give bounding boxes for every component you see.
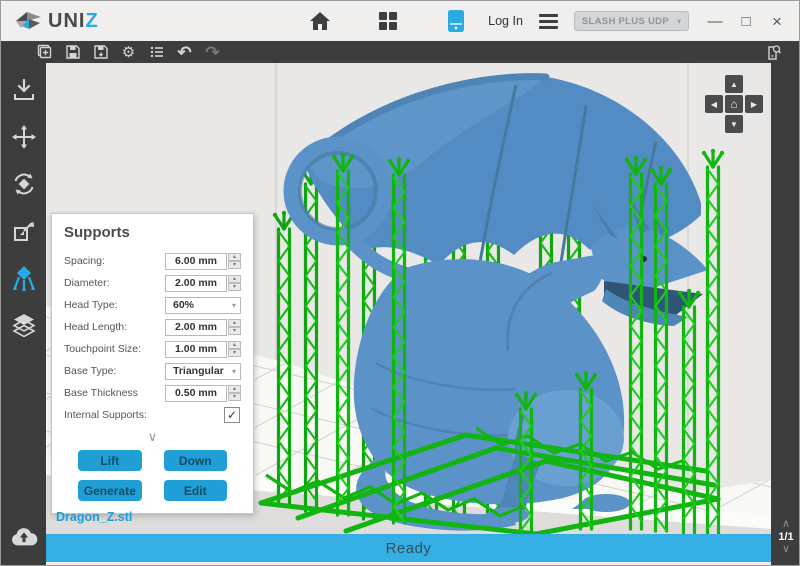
head-type-row: Head Type: 60%▾ bbox=[64, 294, 241, 316]
base-thickness-input[interactable]: 0.50 mm bbox=[165, 385, 227, 402]
minimize-button[interactable]: — bbox=[707, 14, 723, 29]
printer-profile-dropdown[interactable]: SLASH PLUS UDP ▾ bbox=[574, 11, 689, 31]
view-navigation-pad: ▲ ◀ ⌂ ▶ ▼ bbox=[705, 75, 763, 133]
head-length-input[interactable]: 2.00 mm bbox=[165, 319, 227, 336]
spacing-stepper[interactable]: ▴▾ bbox=[228, 253, 241, 269]
title-bar: UNIZ Log In SLASH PLUS UDP ▾ — □ × bbox=[1, 1, 799, 41]
touchpoint-size-label: Touchpoint Size: bbox=[64, 343, 141, 355]
dropdown-arrow-icon: ▾ bbox=[232, 367, 236, 376]
diameter-input[interactable]: 2.00 mm bbox=[165, 275, 227, 292]
lift-button[interactable]: Lift bbox=[78, 450, 142, 471]
internal-supports-row: Internal Supports: ✓ bbox=[64, 404, 241, 426]
scale-tool-icon[interactable] bbox=[10, 217, 38, 245]
list-icon[interactable] bbox=[147, 43, 166, 62]
move-tool-icon[interactable] bbox=[10, 123, 38, 151]
spacing-input[interactable]: 6.00 mm bbox=[165, 253, 227, 270]
head-type-label: Head Type: bbox=[64, 299, 118, 311]
logo-text: UNIZ bbox=[48, 10, 99, 33]
generate-button[interactable]: Generate bbox=[78, 480, 142, 501]
build-viewport[interactable]: ▲ ◀ ⌂ ▶ ▼ Supports Spacing: 6.00 mm▴▾ bbox=[46, 63, 771, 534]
uniz-logo-icon bbox=[15, 8, 42, 34]
down-button[interactable]: Down bbox=[164, 450, 228, 471]
save-as-icon[interactable] bbox=[91, 43, 110, 62]
edit-button[interactable]: Edit bbox=[164, 480, 228, 501]
app-window: UNIZ Log In SLASH PLUS UDP ▾ — □ × bbox=[0, 0, 800, 566]
center-column: ▲ ◀ ⌂ ▶ ▼ Supports Spacing: 6.00 mm▴▾ bbox=[46, 63, 771, 565]
login-button[interactable]: Log In bbox=[488, 14, 523, 28]
nav-down-icon[interactable]: ▼ bbox=[725, 115, 743, 133]
nav-up-icon[interactable]: ▲ bbox=[725, 75, 743, 93]
rotate-tool-icon[interactable] bbox=[10, 170, 38, 198]
maximize-button[interactable]: □ bbox=[738, 14, 754, 29]
diameter-label: Diameter: bbox=[64, 277, 110, 289]
supports-panel-title: Supports bbox=[64, 224, 241, 241]
internal-supports-label: Internal Supports: bbox=[64, 409, 147, 421]
main-area: ▲ ◀ ⌂ ▶ ▼ Supports Spacing: 6.00 mm▴▾ bbox=[1, 63, 799, 565]
internal-supports-checkbox[interactable]: ✓ bbox=[224, 407, 240, 423]
head-type-dropdown[interactable]: 60%▾ bbox=[165, 297, 241, 314]
base-thickness-stepper[interactable]: ▴▾ bbox=[228, 385, 241, 401]
edit-toolbar: ⚙ ↶ ↷ bbox=[1, 41, 799, 63]
import-model-icon[interactable] bbox=[10, 76, 38, 104]
check-icon: ✓ bbox=[227, 408, 237, 422]
add-file-icon[interactable] bbox=[35, 43, 54, 62]
toolbar-right-group bbox=[764, 43, 783, 62]
redo-icon[interactable]: ↷ bbox=[203, 43, 222, 62]
nav-right-icon[interactable]: ▶ bbox=[745, 95, 763, 113]
diameter-stepper[interactable]: ▴▾ bbox=[228, 275, 241, 291]
undo-icon[interactable]: ↶ bbox=[175, 43, 194, 62]
base-type-label: Base Type: bbox=[64, 365, 116, 377]
settings-gear-icon[interactable]: ⚙ bbox=[119, 43, 138, 62]
base-thickness-label: Base Thickness bbox=[64, 387, 138, 399]
toolbar-left-group: ⚙ ↶ ↷ bbox=[35, 43, 222, 62]
touchpoint-size-row: Touchpoint Size: 1.00 mm▴▾ bbox=[64, 338, 241, 360]
printer-profile-value: SLASH PLUS UDP bbox=[582, 16, 669, 27]
base-type-row: Base Type: Triangular▾ bbox=[64, 360, 241, 382]
diameter-row: Diameter: 2.00 mm▴▾ bbox=[64, 272, 241, 294]
menu-icon[interactable] bbox=[537, 12, 560, 31]
grid-view-icon[interactable] bbox=[375, 8, 401, 34]
slice-layers-icon[interactable] bbox=[10, 311, 38, 339]
bottom-strip bbox=[46, 562, 771, 565]
titlebar-right: Log In SLASH PLUS UDP ▾ — □ × bbox=[488, 11, 785, 31]
supports-tool-icon[interactable] bbox=[10, 264, 38, 292]
home-icon[interactable] bbox=[307, 8, 333, 34]
nav-home-icon[interactable]: ⌂ bbox=[725, 95, 743, 113]
printer-search-icon[interactable] bbox=[764, 43, 783, 62]
dropdown-arrow-icon: ▾ bbox=[677, 17, 681, 26]
status-text: Ready bbox=[386, 540, 432, 557]
tool-sidebar bbox=[1, 63, 46, 565]
pager-down-icon[interactable]: ∨ bbox=[782, 544, 790, 555]
printer-tab-icon[interactable] bbox=[443, 8, 469, 34]
uniz-logo: UNIZ bbox=[15, 8, 99, 34]
close-button[interactable]: × bbox=[769, 13, 785, 30]
supports-panel: Supports Spacing: 6.00 mm▴▾ Diameter: 2.… bbox=[51, 213, 254, 514]
touchpoint-size-stepper[interactable]: ▴▾ bbox=[228, 341, 241, 357]
nav-left-icon[interactable]: ◀ bbox=[705, 95, 723, 113]
base-type-dropdown[interactable]: Triangular▾ bbox=[165, 363, 241, 380]
head-length-label: Head Length: bbox=[64, 321, 127, 333]
dropdown-arrow-icon: ▾ bbox=[232, 301, 236, 310]
base-thickness-row: Base Thickness 0.50 mm▴▾ bbox=[64, 382, 241, 404]
page-indicator: 1/1 bbox=[778, 531, 793, 543]
head-length-stepper[interactable]: ▴▾ bbox=[228, 319, 241, 335]
panel-expand-chevron-icon[interactable]: ∨ bbox=[64, 430, 241, 443]
layer-pager: ∧ 1/1 ∨ bbox=[778, 519, 793, 555]
cloud-upload-icon[interactable] bbox=[10, 523, 38, 551]
model-filename: Dragon_Z.stl bbox=[56, 510, 132, 524]
pager-up-icon[interactable]: ∧ bbox=[782, 519, 790, 530]
main-nav bbox=[307, 1, 469, 41]
touchpoint-size-input[interactable]: 1.00 mm bbox=[165, 341, 227, 358]
spacing-row: Spacing: 6.00 mm▴▾ bbox=[64, 250, 241, 272]
right-rail: ∧ 1/1 ∨ bbox=[771, 63, 800, 565]
spacing-label: Spacing: bbox=[64, 255, 105, 267]
status-bar: Ready bbox=[46, 534, 771, 562]
head-length-row: Head Length: 2.00 mm▴▾ bbox=[64, 316, 241, 338]
supports-panel-buttons: Lift Down Generate Edit bbox=[64, 450, 241, 501]
window-controls: — □ × bbox=[707, 13, 785, 30]
save-icon[interactable] bbox=[63, 43, 82, 62]
